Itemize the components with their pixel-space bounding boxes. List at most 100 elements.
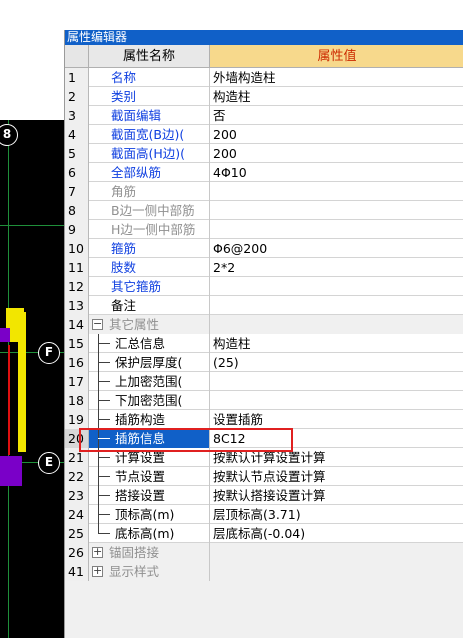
property-value-cell[interactable]: 8C12	[210, 429, 463, 448]
property-name-cell[interactable]: 角筋	[89, 182, 210, 201]
table-row[interactable]: 18 下加密范围(	[65, 391, 463, 410]
table-row[interactable]: 9 H边一侧中部筋	[65, 220, 463, 239]
table-row[interactable]: 5 截面高(H边)(200	[65, 144, 463, 163]
property-name-cell[interactable]: 下加密范围(	[89, 391, 210, 410]
property-value-cell[interactable]	[210, 543, 463, 562]
expand-icon[interactable]: +	[92, 565, 103, 577]
property-name-cell[interactable]: 节点设置	[89, 467, 210, 486]
table-row[interactable]: 22 节点设置 按默认节点设置计算	[65, 467, 463, 486]
property-name-cell[interactable]: 截面高(H边)(	[89, 144, 210, 163]
cad-canvas[interactable]: 8 F E	[0, 0, 64, 638]
table-row[interactable]: 14− 其它属性	[65, 315, 463, 334]
property-name: 搭接设置	[115, 488, 166, 503]
property-value-cell[interactable]: 外墙构造柱	[210, 68, 463, 87]
property-name-cell[interactable]: 插筋信息	[89, 429, 210, 448]
collapse-icon[interactable]: −	[92, 318, 103, 330]
property-name: 底标高(m)	[115, 526, 175, 541]
table-row[interactable]: 1 名称 外墙构造柱	[65, 68, 463, 87]
property-value-cell[interactable]: 构造柱	[210, 334, 463, 353]
property-name-cell[interactable]: 插筋构造	[89, 410, 210, 429]
table-row[interactable]: 17 上加密范围(	[65, 372, 463, 391]
property-name: 截面编辑	[111, 108, 162, 123]
property-value-cell[interactable]	[210, 391, 463, 410]
property-value-cell[interactable]: 按默认节点设置计算	[210, 467, 463, 486]
property-value-cell[interactable]: 4Φ10	[210, 163, 463, 182]
property-name-cell[interactable]: 箍筋	[89, 239, 210, 258]
row-number: 13	[65, 296, 89, 315]
table-row[interactable]: 41 + 显示样式	[65, 562, 463, 581]
property-value-cell[interactable]	[210, 372, 463, 391]
table-row[interactable]: 12 其它箍筋	[65, 277, 463, 296]
property-value-cell[interactable]	[210, 182, 463, 201]
property-value-cell[interactable]	[210, 296, 463, 315]
table-row[interactable]: 24 顶标高(m) 层顶标高(3.71)	[65, 505, 463, 524]
property-name-cell[interactable]: 类别	[89, 87, 210, 106]
property-name-cell[interactable]: 计算设置	[89, 448, 210, 467]
table-row[interactable]: 23 搭接设置 按默认搭接设置计算	[65, 486, 463, 505]
property-name-cell[interactable]: H边一侧中部筋	[89, 220, 210, 239]
col-value-header[interactable]: 属性值	[210, 45, 463, 68]
table-row[interactable]: 20 插筋信息 8C12	[65, 429, 463, 448]
property-name-cell[interactable]: 顶标高(m)	[89, 505, 210, 524]
property-name-cell[interactable]: B边一侧中部筋	[89, 201, 210, 220]
property-name-cell[interactable]: 截面宽(B边)(	[89, 125, 210, 144]
table-row[interactable]: 2 类别 构造柱	[65, 87, 463, 106]
tree-line	[98, 476, 110, 477]
table-row[interactable]: 10 箍筋 Φ6@200	[65, 239, 463, 258]
property-name: 备注	[111, 298, 137, 313]
property-value-cell[interactable]	[210, 277, 463, 296]
property-value-cell[interactable]: 按默认计算设置计算	[210, 448, 463, 467]
axis-bubble-e: E	[38, 452, 60, 474]
property-value-cell[interactable]: 否	[210, 106, 463, 125]
table-row[interactable]: 11 肢数 2*2	[65, 258, 463, 277]
table-row[interactable]: 6 全部纵筋 4Φ10	[65, 163, 463, 182]
property-value-cell[interactable]: 设置插筋	[210, 410, 463, 429]
property-name-cell[interactable]: − 其它属性	[89, 315, 210, 334]
property-name-cell[interactable]: 汇总信息	[89, 334, 210, 353]
property-value-cell[interactable]: 层顶标高(3.71)	[210, 505, 463, 524]
property-value-cell[interactable]: Φ6@200	[210, 239, 463, 258]
property-value-cell[interactable]	[210, 562, 463, 581]
property-name-cell[interactable]: 上加密范围(	[89, 372, 210, 391]
property-name-cell[interactable]: 肢数	[89, 258, 210, 277]
property-value-cell[interactable]: 构造柱	[210, 87, 463, 106]
row-number: 10	[65, 239, 89, 258]
tree-line	[98, 495, 110, 496]
property-name-cell[interactable]: 名称	[89, 68, 210, 87]
table-row[interactable]: 7 角筋	[65, 182, 463, 201]
panel-title[interactable]: 属性编辑器	[65, 30, 463, 45]
table-row[interactable]: 19 插筋构造 设置插筋	[65, 410, 463, 429]
row-number: 24	[65, 505, 89, 524]
table-row[interactable]: 26 + 锚固搭接	[65, 543, 463, 562]
property-name-cell[interactable]: 其它箍筋	[89, 277, 210, 296]
table-row[interactable]: 13 备注	[65, 296, 463, 315]
col-name-header[interactable]: 属性名称	[89, 45, 210, 68]
table-row[interactable]: 3 截面编辑 否	[65, 106, 463, 125]
table-row[interactable]: 21 计算设置 按默认计算设置计算	[65, 448, 463, 467]
property-name-cell[interactable]: 底标高(m)	[89, 524, 210, 543]
property-name-cell[interactable]: 搭接设置	[89, 486, 210, 505]
property-name-cell[interactable]: 保护层厚度(	[89, 353, 210, 372]
property-value-cell[interactable]	[210, 201, 463, 220]
table-row[interactable]: 4 截面宽(B边)(200	[65, 125, 463, 144]
table-row[interactable]: 16 保护层厚度((25)	[65, 353, 463, 372]
row-number: 41	[65, 562, 89, 581]
property-name-cell[interactable]: 全部纵筋	[89, 163, 210, 182]
table-row[interactable]: 25 底标高(m) 层底标高(-0.04)	[65, 524, 463, 543]
property-name-cell[interactable]: + 显示样式	[89, 562, 210, 581]
property-value-cell[interactable]	[210, 315, 463, 334]
property-name-cell[interactable]: + 锚固搭接	[89, 543, 210, 562]
property-value-cell[interactable]: 200	[210, 144, 463, 163]
table-row[interactable]: 8 B边一侧中部筋	[65, 201, 463, 220]
property-value-cell[interactable]: 按默认搭接设置计算	[210, 486, 463, 505]
property-value-cell[interactable]	[210, 220, 463, 239]
property-value-cell[interactable]: 2*2	[210, 258, 463, 277]
property-value-cell[interactable]: 200	[210, 125, 463, 144]
property-name-cell[interactable]: 备注	[89, 296, 210, 315]
property-name-cell[interactable]: 截面编辑	[89, 106, 210, 125]
property-name: 肢数	[111, 260, 137, 275]
table-row[interactable]: 15 汇总信息 构造柱	[65, 334, 463, 353]
expand-icon[interactable]: +	[92, 546, 103, 558]
property-value-cell[interactable]: 层底标高(-0.04)	[210, 524, 463, 543]
property-value-cell[interactable]: (25)	[210, 353, 463, 372]
